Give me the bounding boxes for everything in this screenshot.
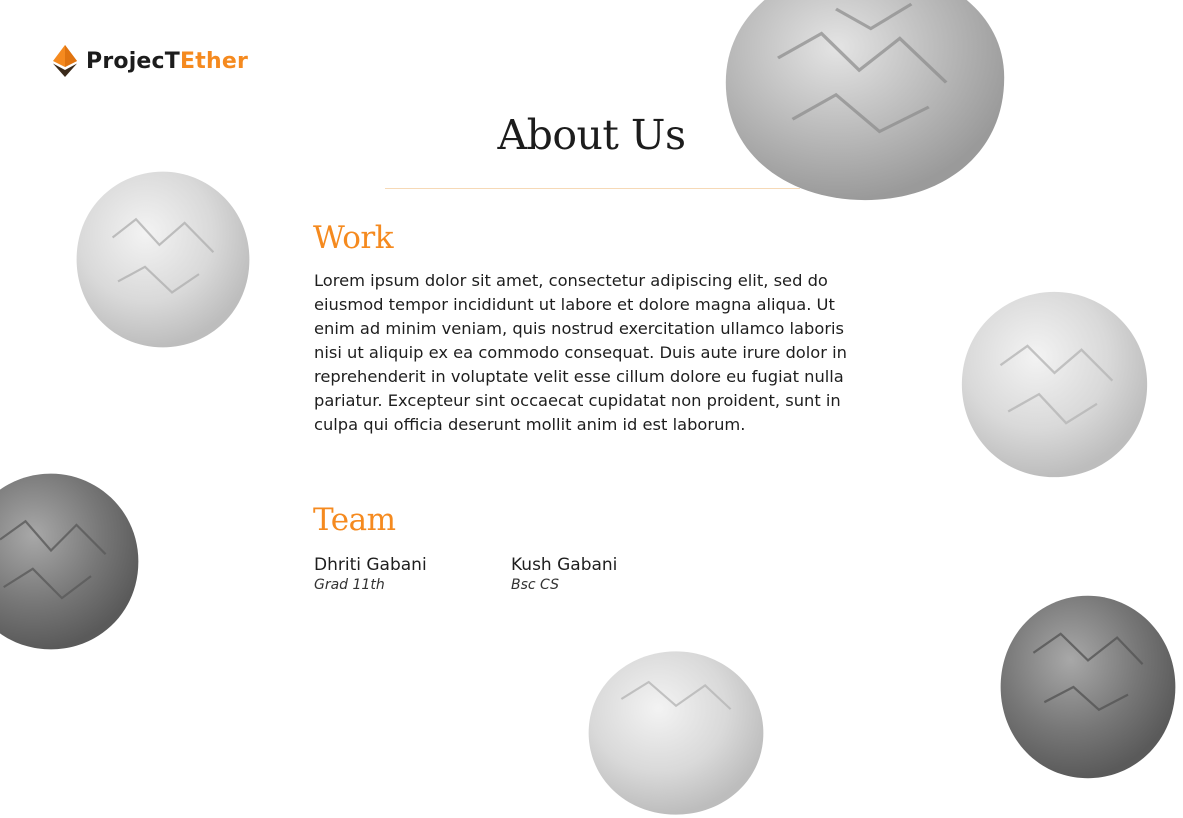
decorative-sphere-bottom-center <box>585 648 767 818</box>
work-description: Lorem ipsum dolor sit amet, consectetur … <box>314 271 847 434</box>
member-name: Kush Gabani <box>511 555 618 575</box>
decorative-sphere-right-middle <box>958 288 1151 481</box>
decorative-sphere-bottom-right <box>997 592 1179 782</box>
work-heading: Work <box>313 220 394 256</box>
team-heading: Team <box>313 502 396 538</box>
brand-name: ProjecTEther <box>86 48 248 74</box>
decorative-sphere-left-bottom <box>0 470 142 653</box>
team-member: Kush Gabani Bsc CS <box>511 554 617 594</box>
title-divider <box>385 188 800 189</box>
member-name: Dhriti Gabani <box>314 555 427 575</box>
page-title: About Us <box>497 111 686 159</box>
team-member: Dhriti Gabani Grad 11th <box>314 554 427 594</box>
member-role: Grad 11th <box>314 577 385 593</box>
decorative-sphere-top-right <box>720 0 1010 205</box>
brand-logo[interactable]: ProjecTEther <box>53 45 248 77</box>
ethereum-icon <box>53 45 77 77</box>
decorative-sphere-left-top <box>73 168 253 351</box>
member-role: Bsc CS <box>511 577 559 593</box>
